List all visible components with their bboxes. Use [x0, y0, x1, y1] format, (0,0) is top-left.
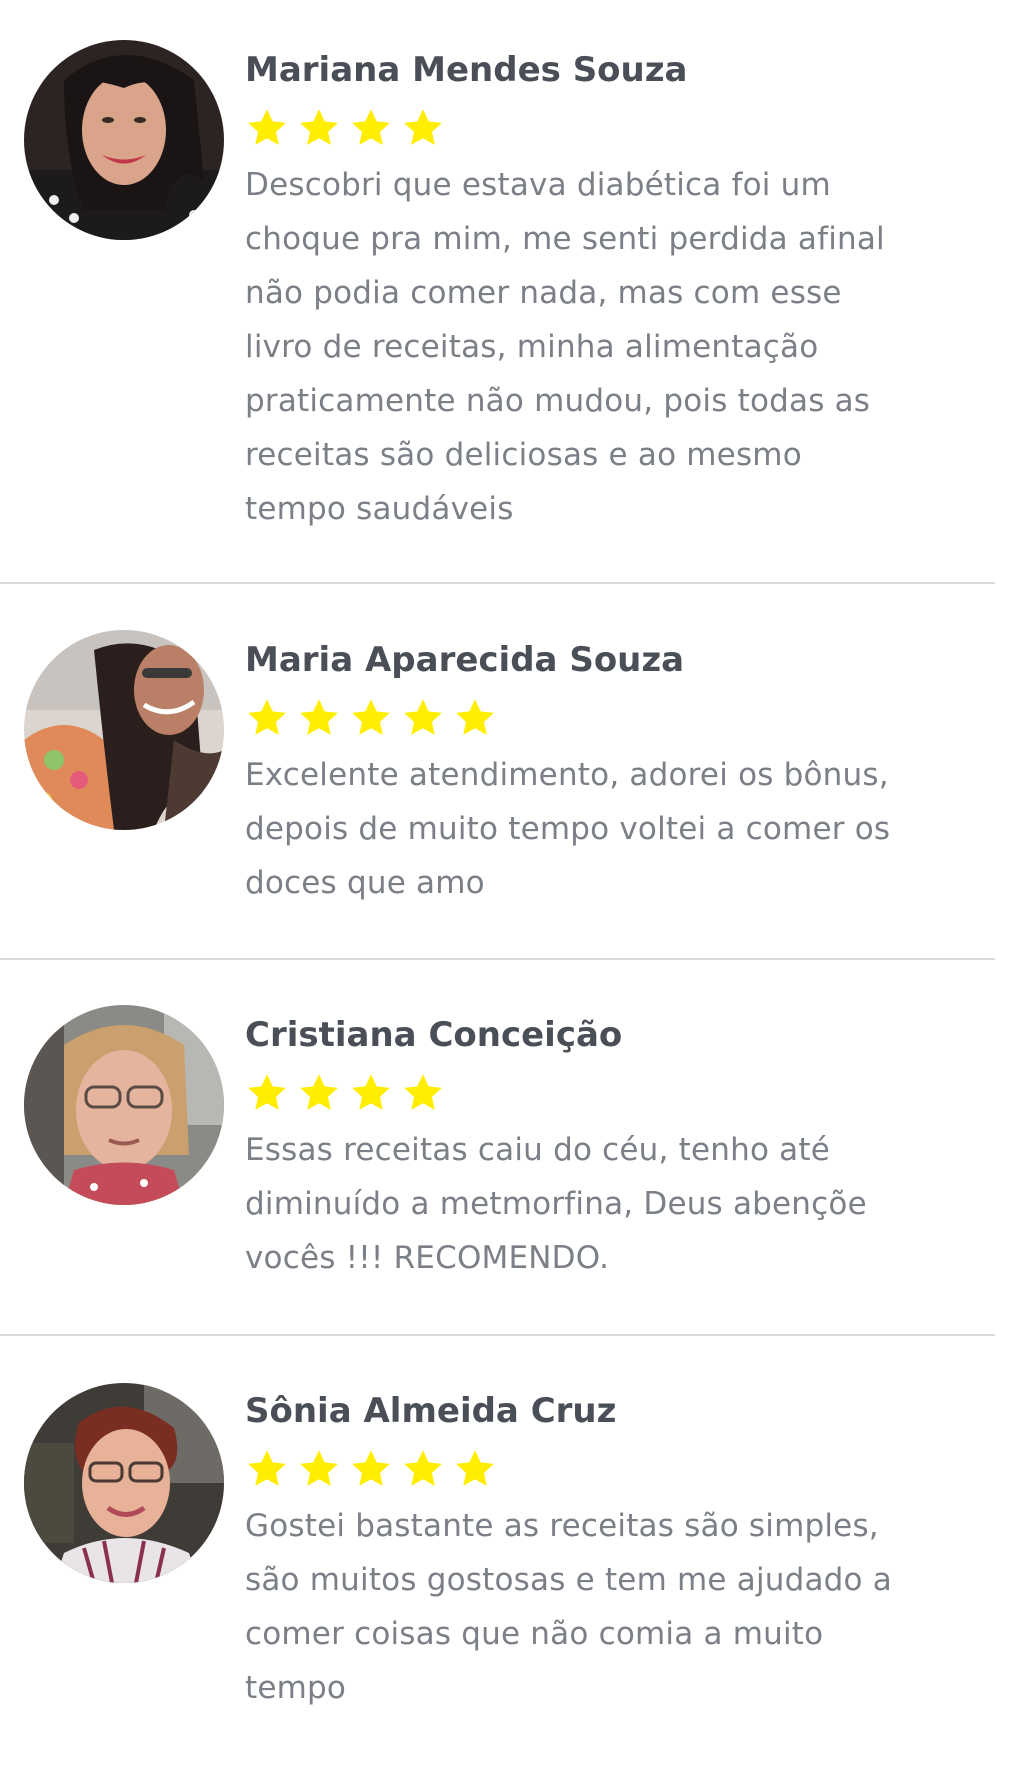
avatar [24, 630, 224, 830]
avatar [24, 1383, 224, 1583]
avatar-photo [24, 40, 224, 240]
star-icon [404, 109, 442, 145]
star-icon [248, 699, 286, 735]
reviewer-name: Maria Aparecida Souza [245, 640, 685, 680]
star-icon [300, 1074, 338, 1110]
avatar-photo [24, 630, 224, 830]
divider [0, 958, 995, 960]
avatar-photo [24, 1383, 224, 1583]
review-text: Essas receitas caiu do céu, tenho até di… [245, 1132, 867, 1276]
star-icon [352, 699, 390, 735]
reviewer-name: Sônia Almeida Cruz [245, 1391, 617, 1431]
star-icon [404, 699, 442, 735]
divider [0, 582, 995, 584]
star-icon [456, 1450, 494, 1486]
star-icon [300, 699, 338, 735]
star-icon [352, 1074, 390, 1110]
star-rating [245, 696, 985, 740]
star-icon [300, 109, 338, 145]
star-icon [456, 699, 494, 735]
star-icon [248, 1074, 286, 1110]
review-content: Cristiana Conceição Essas receitas caiu … [245, 1013, 985, 1285]
reviewer-name: Cristiana Conceição [245, 1015, 623, 1055]
star-rating [245, 1071, 985, 1115]
review-content: Maria Aparecida Souza Excelente atendime… [245, 638, 985, 910]
star-rating [245, 1447, 985, 1491]
review-content: Mariana Mendes Souza Descobri que estava… [245, 48, 985, 536]
avatar [24, 1005, 224, 1205]
avatar [24, 40, 224, 240]
divider [0, 1334, 995, 1336]
reviewer-name: Mariana Mendes Souza [245, 50, 688, 90]
avatar-photo [24, 1005, 224, 1205]
review-text: Gostei bastante as receitas são simples,… [245, 1508, 892, 1706]
review-content: Sônia Almeida Cruz Gostei bastante as re… [245, 1389, 985, 1715]
star-icon [404, 1074, 442, 1110]
star-icon [248, 1450, 286, 1486]
star-rating [245, 106, 985, 150]
star-icon [404, 1450, 442, 1486]
star-icon [352, 1450, 390, 1486]
review-text: Descobri que estava diabética foi um cho… [245, 167, 885, 527]
star-icon [300, 1450, 338, 1486]
star-icon [352, 109, 390, 145]
star-icon [248, 109, 286, 145]
review-text: Excelente atendimento, adorei os bônus, … [245, 757, 891, 901]
